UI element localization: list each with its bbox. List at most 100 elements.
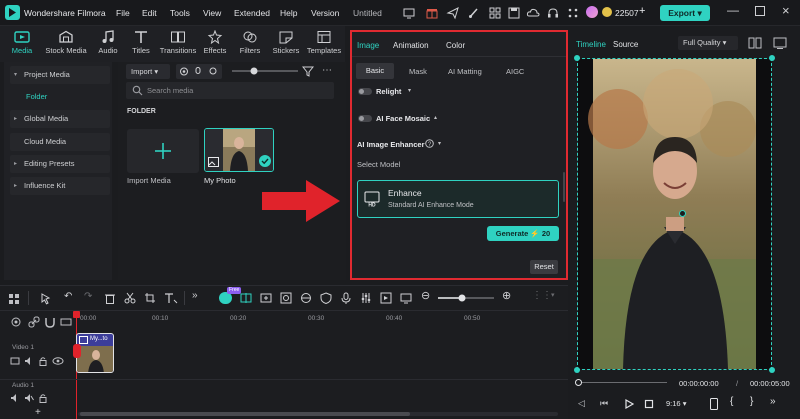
chevron-up-icon[interactable]: ▴ [434, 114, 437, 121]
snap-icon[interactable] [60, 316, 72, 328]
mark-in-icon[interactable]: { [730, 396, 733, 407]
search-input[interactable]: Search media [126, 82, 334, 99]
zoom-in-icon[interactable]: ⊕ [502, 289, 511, 302]
help-icon[interactable]: ? [425, 139, 434, 148]
panel-collapse-icon[interactable]: ▾ [551, 291, 555, 299]
magnet-icon[interactable] [44, 316, 56, 328]
relight-toggle[interactable] [358, 88, 372, 95]
tab-source-preview[interactable]: Source [613, 40, 638, 49]
track-lock-icon[interactable] [38, 393, 48, 403]
track-audio-icon[interactable] [10, 393, 20, 403]
tab-stickers[interactable]: Stickers [266, 30, 306, 60]
generate-button[interactable]: Generate ⚡ 20 [487, 226, 559, 241]
phone-icon[interactable] [709, 398, 719, 410]
headset-icon[interactable] [546, 6, 560, 20]
play-icon[interactable] [624, 399, 634, 409]
track-lock-icon[interactable] [38, 356, 48, 366]
menu-version[interactable]: Version [311, 8, 339, 18]
stop-icon[interactable] [644, 399, 654, 409]
timeline-layout-icon[interactable]: ⋮⋮ [532, 290, 552, 301]
menu-extended[interactable]: Extended [234, 8, 270, 18]
mark-out-icon[interactable]: } [750, 396, 753, 407]
playback-scrubber[interactable] [577, 382, 667, 383]
menu-help[interactable]: Help [280, 8, 297, 18]
mask-icon[interactable] [300, 292, 312, 304]
track-video-icon[interactable] [10, 356, 20, 366]
avatar[interactable] [586, 6, 598, 18]
resize-handle[interactable] [769, 55, 775, 61]
layout-grid-icon[interactable] [8, 293, 20, 305]
more-icon[interactable]: ⋯ [322, 65, 334, 77]
tab-animation[interactable]: Animation [393, 41, 429, 50]
tab-timeline-preview[interactable]: Timeline [576, 40, 606, 49]
export-button[interactable]: Export ▾ [660, 5, 710, 21]
minimize-icon[interactable]: — [727, 3, 739, 17]
preview-canvas[interactable] [577, 58, 772, 370]
resize-handle[interactable] [574, 55, 580, 61]
select-tool-icon[interactable] [40, 292, 54, 305]
brush-icon[interactable] [467, 6, 481, 20]
filter-icon[interactable] [302, 65, 314, 77]
subtab-aigc[interactable]: AIGC [506, 67, 524, 76]
subtab-ai-matting[interactable]: AI Matting [448, 67, 482, 76]
snapshot-icon[interactable] [748, 37, 762, 49]
tab-image[interactable]: Image [357, 41, 379, 50]
grid-icon[interactable] [488, 6, 502, 20]
menu-tools[interactable]: Tools [170, 8, 190, 18]
render-icon[interactable] [380, 292, 392, 304]
close-icon[interactable]: × [782, 3, 790, 18]
clip-trim-handle[interactable] [73, 344, 81, 358]
timeline-clip-my-photo[interactable]: My...to [76, 333, 114, 373]
subtab-basic[interactable]: Basic [356, 63, 394, 79]
step-back-icon[interactable]: ⏮ [600, 398, 608, 409]
sidebar-item-cloud-media[interactable]: Cloud Media [10, 133, 110, 151]
add-marker-icon[interactable] [260, 292, 272, 304]
save-icon[interactable] [507, 6, 521, 20]
playhead-handle[interactable] [73, 311, 80, 318]
tab-color[interactable]: Color [446, 41, 465, 50]
audio-mixer-icon[interactable] [360, 292, 372, 304]
chevron-down-icon[interactable]: ▾ [408, 87, 411, 94]
split-audio-icon[interactable] [240, 292, 252, 304]
text-tool-icon[interactable] [164, 292, 178, 304]
display-settings-icon[interactable] [773, 37, 787, 49]
tab-transitions[interactable]: Transitions [158, 30, 198, 60]
playhead-knob[interactable] [575, 379, 582, 386]
import-media-tile[interactable] [127, 129, 199, 173]
sidebar-item-folder[interactable]: Folder [10, 88, 110, 106]
enhance-model-card[interactable]: HD Enhance Standard AI Enhance Mode [357, 180, 559, 218]
add-track-icon[interactable]: + [35, 407, 41, 418]
speed-icon[interactable] [280, 292, 292, 304]
quality-dropdown[interactable]: Full Quality ▾ [678, 36, 738, 50]
screen-icon[interactable] [400, 292, 412, 304]
sidebar-item-global-media[interactable]: ▸ Global Media [10, 110, 110, 128]
scrollbar[interactable] [563, 172, 565, 202]
face-mosaic-toggle[interactable] [358, 115, 372, 122]
gift-icon[interactable] [425, 6, 439, 20]
tab-templates[interactable]: Templates [302, 30, 346, 60]
track-mute-icon[interactable] [24, 393, 34, 403]
my-photo-thumbnail[interactable] [204, 128, 274, 172]
delete-icon[interactable] [104, 292, 116, 305]
menu-file[interactable]: File [116, 8, 130, 18]
monitor-icon[interactable] [402, 6, 416, 20]
send-icon[interactable] [446, 6, 460, 20]
resize-handle[interactable] [574, 367, 580, 373]
sidebar-item-influence-kit[interactable]: ▸ Influence Kit [10, 177, 110, 195]
track-audio-icon[interactable] [24, 356, 34, 366]
tab-stock-media[interactable]: Stock Media [42, 30, 90, 60]
tab-titles[interactable]: Titles [121, 30, 161, 60]
sidebar-item-editing-presets[interactable]: ▸ Editing Presets [10, 155, 110, 173]
resize-handle[interactable] [769, 367, 775, 373]
more-options-icon[interactable]: » [770, 396, 776, 407]
expand-tools-icon[interactable]: » [192, 290, 198, 301]
position-handle[interactable] [679, 210, 686, 217]
aspect-ratio-dropdown[interactable]: 9:16 ▾ [666, 397, 698, 410]
tab-filters[interactable]: Filters [230, 30, 270, 60]
subtab-mask[interactable]: Mask [409, 67, 427, 76]
reset-button[interactable]: Reset [530, 260, 558, 274]
time-ruler[interactable]: 00:00 00:10 00:20 00:30 00:40 00:50 [78, 311, 568, 327]
zoom-slider[interactable] [436, 292, 496, 304]
redo-icon[interactable]: ↷ [84, 291, 92, 302]
import-dropdown[interactable]: Import ▾ [126, 64, 170, 79]
